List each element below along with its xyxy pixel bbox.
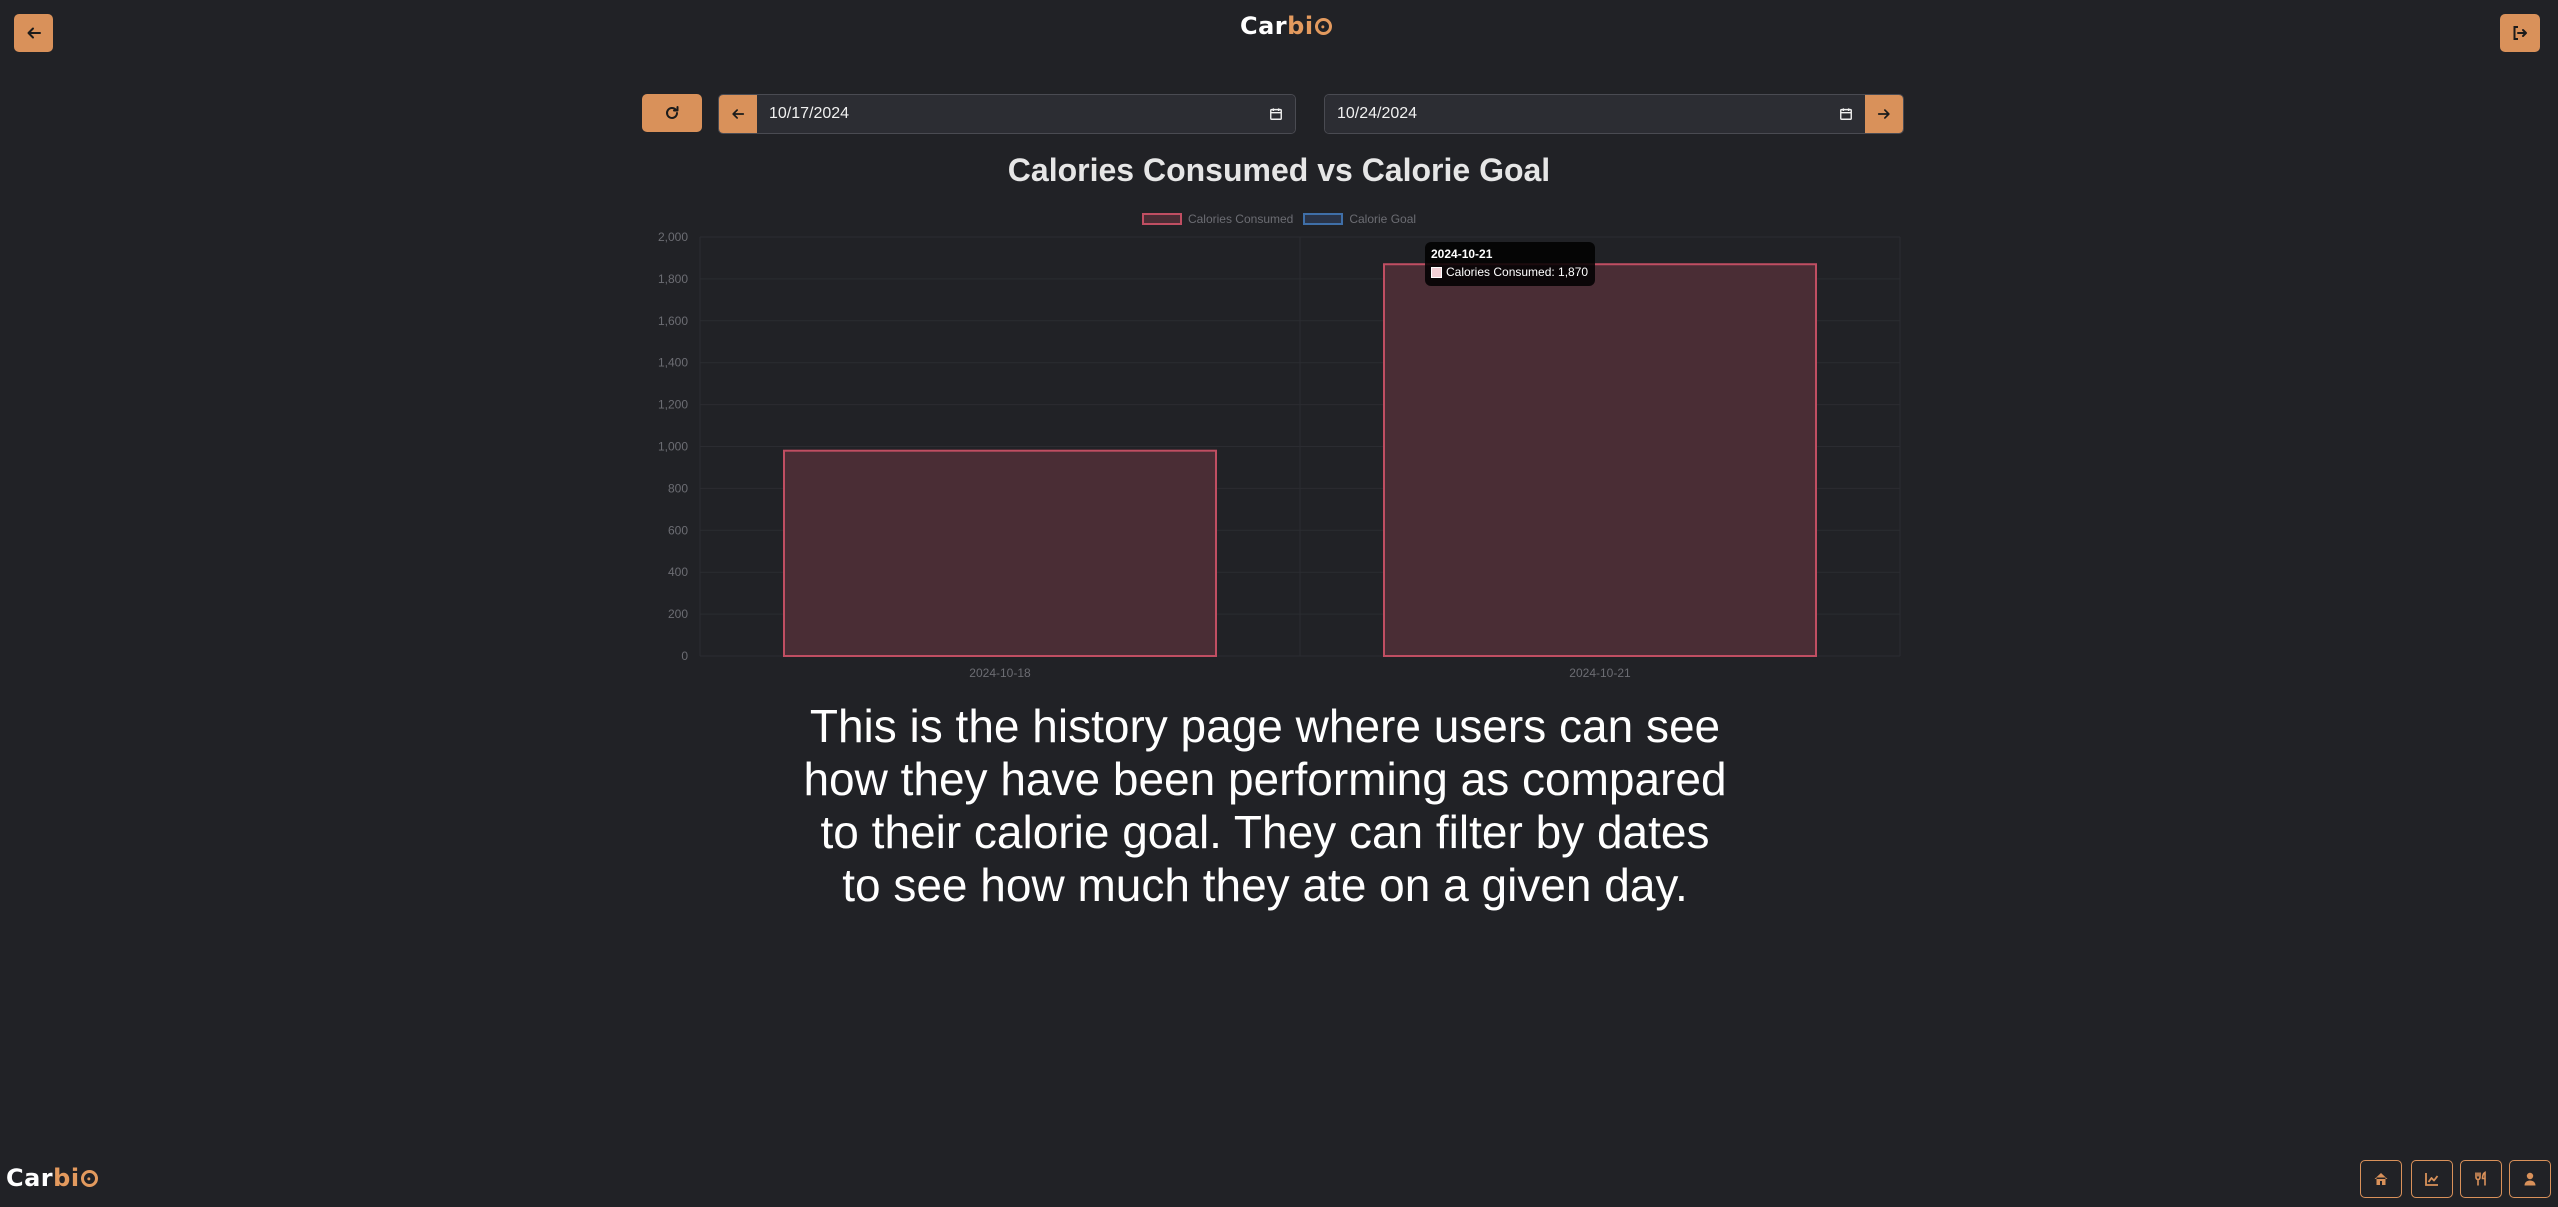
chart-tooltip: 2024-10-21 Calories Consumed: 1,870 bbox=[1425, 242, 1595, 286]
y-tick-label: 1,600 bbox=[658, 314, 688, 328]
y-tick-label: 400 bbox=[668, 565, 688, 579]
nav-home-button[interactable] bbox=[2360, 1160, 2402, 1198]
bar-calories-consumed[interactable] bbox=[1383, 263, 1817, 657]
y-tick-label: 2,000 bbox=[658, 230, 688, 244]
calories-bar-chart: 0 200 400 600 800 1,000 1,200 1,400 1,600 1,800 2,… bbox=[658, 230, 1901, 680]
chart-line-icon bbox=[2425, 1173, 2439, 1186]
nav-profile-button[interactable] bbox=[2509, 1160, 2551, 1198]
tooltip-label: Calories Consumed: 1,870 bbox=[1446, 265, 1589, 279]
y-tick-label: 1,000 bbox=[658, 440, 688, 454]
footer-logo-text-main: Car bbox=[6, 1164, 54, 1192]
home-icon bbox=[2374, 1173, 2388, 1185]
x-tick-label: 2024-10-21 bbox=[1569, 666, 1631, 680]
y-tick-label: 200 bbox=[668, 607, 688, 621]
tooltip-swatch bbox=[1431, 266, 1442, 278]
y-tick-label: 600 bbox=[668, 523, 688, 537]
y-tick-label: 0 bbox=[681, 649, 688, 663]
footer-logo[interactable]: Carbi bbox=[6, 1164, 98, 1192]
user-icon bbox=[2524, 1172, 2536, 1186]
footer-logo-o-icon bbox=[80, 1170, 98, 1187]
tooltip-title: 2024-10-21 bbox=[1431, 247, 1493, 261]
tooltip-row: Calories Consumed: 1,870 bbox=[1431, 265, 1589, 279]
x-tick-label: 2024-10-18 bbox=[969, 666, 1031, 680]
y-tick-label: 1,400 bbox=[658, 356, 688, 370]
page-description: This is the history page where users can… bbox=[803, 700, 1727, 911]
y-tick-label: 800 bbox=[668, 481, 688, 495]
footer-logo-text-accent: bi bbox=[53, 1164, 80, 1192]
utensils-icon bbox=[2475, 1171, 2486, 1186]
nav-food-button[interactable] bbox=[2460, 1160, 2502, 1198]
y-tick-label: 1,800 bbox=[658, 272, 688, 286]
bar-calories-consumed[interactable] bbox=[783, 449, 1217, 657]
y-tick-label: 1,200 bbox=[658, 398, 688, 412]
nav-history-button[interactable] bbox=[2411, 1160, 2453, 1198]
history-page: Carbi 10/17/2024 10/24/2024 Calories Con… bbox=[0, 0, 2558, 1207]
